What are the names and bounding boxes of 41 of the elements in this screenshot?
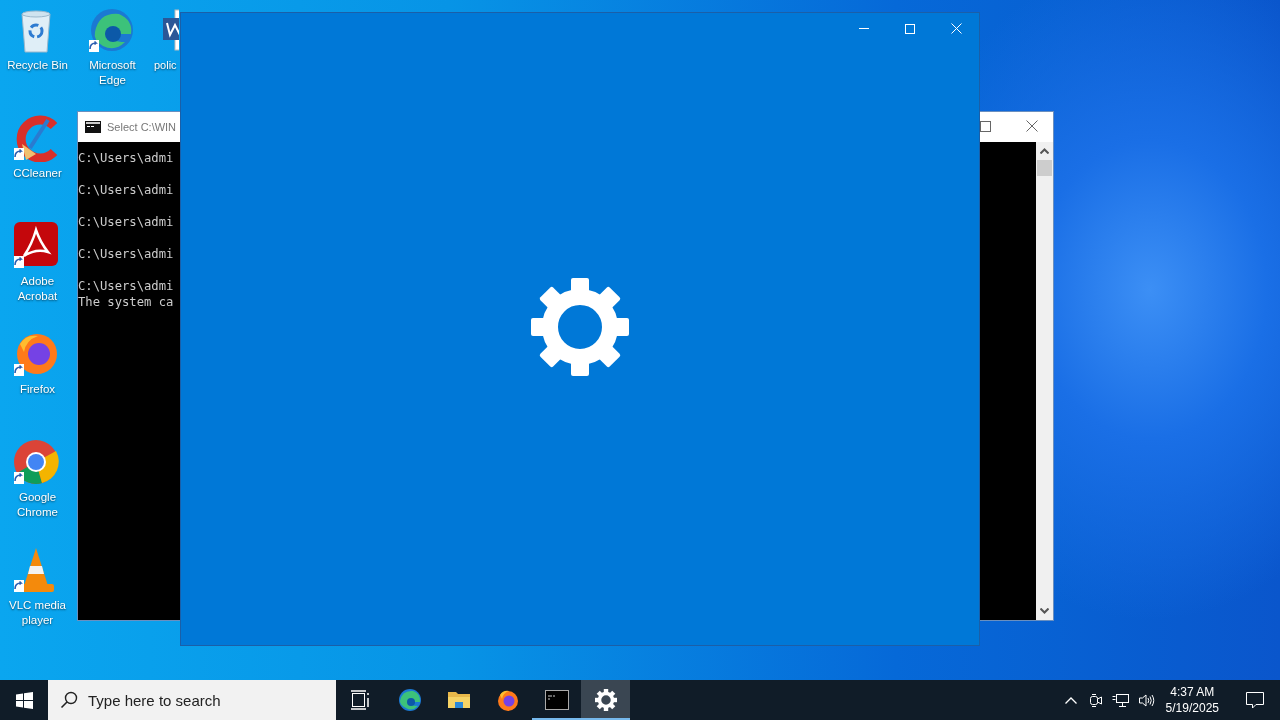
- icon-label[interactable]: Adobe Acrobat: [1, 274, 74, 304]
- gear-icon: [531, 277, 629, 376]
- chevron-up-icon[interactable]: [1064, 696, 1077, 704]
- edge-icon: [397, 688, 422, 712]
- notifications-icon[interactable]: [1246, 691, 1264, 709]
- icon-label[interactable]: CCleaner: [1, 166, 74, 181]
- scroll-up-icon[interactable]: [1040, 148, 1049, 154]
- console-line: The system ca: [78, 294, 175, 310]
- console-icon: [85, 121, 101, 133]
- task-view-icon: [350, 690, 371, 710]
- console-icon: [544, 688, 569, 712]
- icon-label[interactable]: polic: [150, 58, 177, 73]
- icon-label[interactable]: Firefox: [1, 382, 74, 397]
- icon-label[interactable]: VLC media player: [1, 598, 74, 628]
- console-line: C:\Users\admi: [78, 214, 175, 230]
- icon-label[interactable]: Google Chrome: [1, 490, 74, 520]
- chrome-icon[interactable]: [13, 438, 62, 486]
- firefox-icon: [495, 688, 520, 712]
- windows-logo-icon: [15, 691, 33, 709]
- maximize-icon: [905, 23, 915, 34]
- maximize-icon[interactable]: [980, 121, 991, 132]
- clock[interactable]: 4:37 AM 5/19/2025: [1165, 684, 1219, 716]
- close-icon: [950, 23, 962, 34]
- camera-icon[interactable]: [1088, 692, 1103, 708]
- console-line: C:\Users\admi: [78, 278, 175, 294]
- gear-icon: [594, 689, 617, 711]
- console-line: C:\Users\admi: [78, 182, 175, 198]
- minimize-icon: [859, 28, 869, 29]
- icon-label[interactable]: Recycle Bin: [1, 58, 74, 73]
- network-icon[interactable]: [1111, 692, 1129, 708]
- console-line: C:\Users\admi: [78, 150, 175, 166]
- taskbar-button[interactable]: [581, 680, 630, 720]
- search-field[interactable]: Type here to search: [48, 680, 336, 720]
- close-icon[interactable]: [1026, 120, 1038, 132]
- window-title: Select C:\WIN: [107, 121, 177, 133]
- scroll-thumb[interactable]: [1037, 160, 1052, 176]
- icon-label[interactable]: Microsoft Edge: [76, 58, 149, 88]
- scrollbar[interactable]: [1036, 142, 1053, 620]
- console-line: C:\Users\admi: [78, 246, 175, 262]
- volume-icon[interactable]: [1137, 692, 1155, 708]
- scroll-down-icon[interactable]: [1040, 608, 1049, 614]
